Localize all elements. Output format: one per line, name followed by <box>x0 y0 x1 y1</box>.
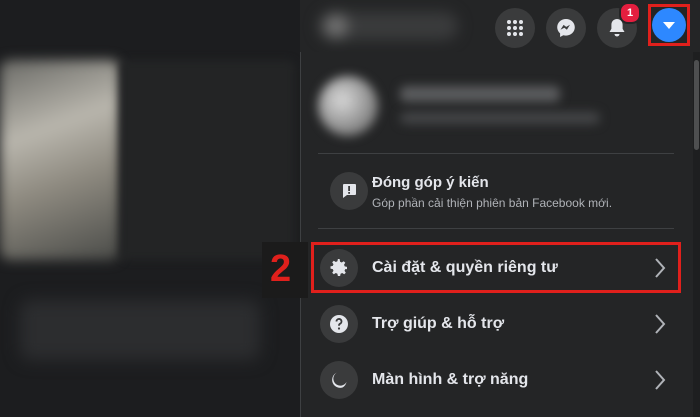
help-icon <box>320 305 358 343</box>
profile-subtitle-blurred <box>400 112 600 124</box>
moon-icon <box>320 361 358 399</box>
help-support-label: Trợ giúp & hỗ trợ <box>372 315 505 332</box>
blurred-card <box>120 60 295 260</box>
chevron-right-icon <box>655 370 666 390</box>
messenger-button[interactable] <box>546 8 586 48</box>
feedback-title: Đóng góp ý kiến <box>372 174 489 191</box>
blurred-post <box>20 300 260 360</box>
display-accessibility-menu-item[interactable]: Màn hình & trợ năng <box>310 355 680 405</box>
blurred-photo <box>0 60 120 260</box>
notification-badge: 1 <box>619 2 641 24</box>
exclamation-icon <box>330 172 368 210</box>
divider <box>318 228 674 229</box>
feedback-menu-item[interactable]: Đóng góp ý kiến Góp phần cải thiện phiên… <box>310 160 680 220</box>
display-accessibility-label: Màn hình & trợ năng <box>372 371 529 388</box>
profile-row[interactable] <box>310 72 680 142</box>
avatar <box>318 76 378 136</box>
menu-grid-icon <box>507 20 523 36</box>
highlight-box-step2 <box>311 242 681 293</box>
chevron-right-icon <box>655 314 666 334</box>
highlight-box-step1 <box>648 4 690 46</box>
notifications-button[interactable]: 1 <box>597 2 641 48</box>
step-2-label: 2 <box>270 248 292 290</box>
scrollbar-thumb[interactable] <box>694 60 699 150</box>
help-support-menu-item[interactable]: Trợ giúp & hỗ trợ <box>310 299 680 349</box>
messenger-icon <box>557 19 575 37</box>
feedback-subtitle: Góp phần cải thiện phiên bản Facebook mớ… <box>372 196 613 210</box>
divider <box>318 153 674 154</box>
menu-grid-button[interactable] <box>495 8 535 48</box>
profile-name-blurred <box>400 86 560 102</box>
blurred-profile-chip[interactable] <box>318 12 458 40</box>
